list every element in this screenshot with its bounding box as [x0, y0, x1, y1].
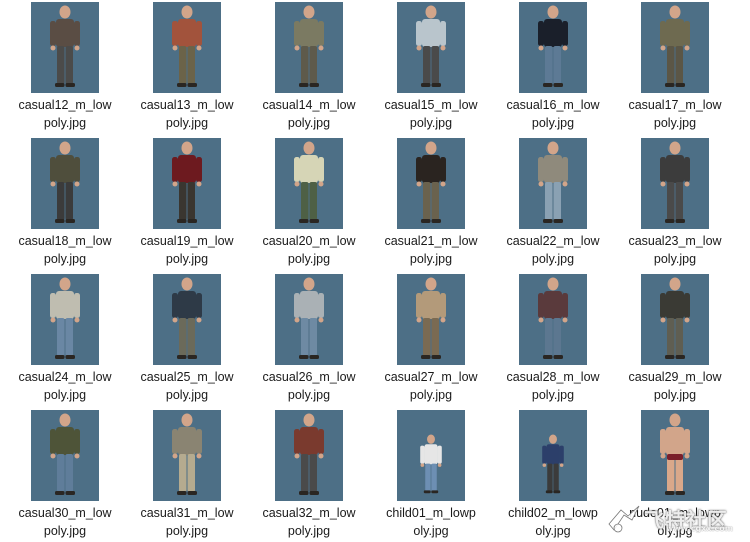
character-figure: [50, 5, 80, 87]
file-item[interactable]: casual16_m_low poly.jpg: [492, 0, 614, 136]
file-name[interactable]: casual25_m_low poly.jpg: [126, 368, 248, 404]
file-thumbnail[interactable]: [641, 274, 709, 365]
file-thumbnail[interactable]: [153, 138, 221, 229]
character-figure: [660, 277, 690, 359]
character-figure: [416, 277, 446, 359]
character-figure: [294, 141, 324, 223]
character-figure: [50, 413, 80, 495]
file-thumbnail[interactable]: [397, 2, 465, 93]
character-figure: [172, 5, 202, 87]
file-thumbnail[interactable]: [519, 2, 587, 93]
character-figure: [50, 141, 80, 223]
file-thumbnail[interactable]: [153, 2, 221, 93]
character-figure: [660, 413, 690, 495]
file-item[interactable]: casual15_m_low poly.jpg: [370, 0, 492, 136]
file-thumbnail[interactable]: [153, 274, 221, 365]
character-figure: [416, 5, 446, 87]
character-figure: [416, 141, 446, 223]
file-name[interactable]: casual23_m_low poly.jpg: [614, 232, 736, 268]
file-name[interactable]: casual18_m_low poly.jpg: [4, 232, 126, 268]
file-item[interactable]: casual30_m_low poly.jpg: [4, 408, 126, 542]
file-name[interactable]: casual17_m_low poly.jpg: [614, 96, 736, 132]
file-name[interactable]: casual21_m_low poly.jpg: [370, 232, 492, 268]
file-name[interactable]: casual19_m_low poly.jpg: [126, 232, 248, 268]
file-item[interactable]: casual20_m_low poly.jpg: [248, 136, 370, 272]
file-thumbnail[interactable]: [641, 2, 709, 93]
file-item[interactable]: casual19_m_low poly.jpg: [126, 136, 248, 272]
file-thumbnail[interactable]: [519, 138, 587, 229]
character-figure: [420, 434, 442, 494]
file-name[interactable]: casual12_m_low poly.jpg: [4, 96, 126, 132]
file-item[interactable]: casual28_m_low poly.jpg: [492, 272, 614, 408]
character-figure: [538, 277, 568, 359]
character-figure: [172, 413, 202, 495]
file-thumbnail[interactable]: [275, 410, 343, 501]
file-name[interactable]: casual27_m_low poly.jpg: [370, 368, 492, 404]
file-name[interactable]: casual22_m_low poly.jpg: [492, 232, 614, 268]
file-thumbnail[interactable]: [397, 410, 465, 501]
file-thumbnail[interactable]: [31, 274, 99, 365]
character-figure: [538, 5, 568, 87]
character-figure: [294, 413, 324, 495]
file-item[interactable]: casual24_m_low poly.jpg: [4, 272, 126, 408]
file-name[interactable]: casual26_m_low poly.jpg: [248, 368, 370, 404]
character-figure: [538, 141, 568, 223]
file-thumbnail[interactable]: [275, 274, 343, 365]
file-name[interactable]: casual28_m_low poly.jpg: [492, 368, 614, 404]
file-item[interactable]: casual18_m_low poly.jpg: [4, 136, 126, 272]
file-name[interactable]: child01_m_lowp oly.jpg: [370, 504, 492, 540]
file-thumbnail[interactable]: [519, 410, 587, 501]
file-name[interactable]: casual32_m_low poly.jpg: [248, 504, 370, 540]
file-item[interactable]: nude01_m_lowp oly.jpg: [614, 408, 736, 542]
file-grid: casual12_m_low poly.jpg casual13_m_low po…: [0, 0, 750, 542]
file-thumbnail[interactable]: [397, 138, 465, 229]
file-item[interactable]: casual21_m_low poly.jpg: [370, 136, 492, 272]
file-name[interactable]: casual24_m_low poly.jpg: [4, 368, 126, 404]
character-figure: [294, 277, 324, 359]
file-item[interactable]: child01_m_lowp oly.jpg: [370, 408, 492, 542]
file-name[interactable]: casual20_m_low poly.jpg: [248, 232, 370, 268]
file-item[interactable]: casual22_m_low poly.jpg: [492, 136, 614, 272]
file-item[interactable]: casual29_m_low poly.jpg: [614, 272, 736, 408]
file-item[interactable]: casual25_m_low poly.jpg: [126, 272, 248, 408]
file-item[interactable]: casual26_m_low poly.jpg: [248, 272, 370, 408]
file-item[interactable]: casual17_m_low poly.jpg: [614, 0, 736, 136]
file-thumbnail[interactable]: [31, 2, 99, 93]
file-name[interactable]: casual13_m_low poly.jpg: [126, 96, 248, 132]
file-name[interactable]: child02_m_lowp oly.jpg: [492, 504, 614, 540]
file-thumbnail[interactable]: [641, 138, 709, 229]
file-thumbnail[interactable]: [275, 138, 343, 229]
character-figure: [50, 277, 80, 359]
file-name[interactable]: nude01_m_lowp oly.jpg: [614, 504, 736, 540]
character-figure: [660, 5, 690, 87]
file-thumbnail[interactable]: [397, 274, 465, 365]
file-thumbnail[interactable]: [153, 410, 221, 501]
file-item[interactable]: child02_m_lowp oly.jpg: [492, 408, 614, 542]
file-item[interactable]: casual13_m_low poly.jpg: [126, 0, 248, 136]
file-item[interactable]: casual12_m_low poly.jpg: [4, 0, 126, 136]
file-name[interactable]: casual31_m_low poly.jpg: [126, 504, 248, 540]
file-name[interactable]: casual14_m_low poly.jpg: [248, 96, 370, 132]
file-name[interactable]: casual16_m_low poly.jpg: [492, 96, 614, 132]
file-thumbnail[interactable]: [641, 410, 709, 501]
character-figure: [294, 5, 324, 87]
character-figure: [542, 434, 564, 494]
file-thumbnail[interactable]: [31, 138, 99, 229]
file-item[interactable]: casual31_m_low poly.jpg: [126, 408, 248, 542]
character-figure: [660, 141, 690, 223]
file-thumbnail[interactable]: [519, 274, 587, 365]
character-figure: [172, 277, 202, 359]
file-item[interactable]: casual27_m_low poly.jpg: [370, 272, 492, 408]
file-item[interactable]: casual32_m_low poly.jpg: [248, 408, 370, 542]
file-name[interactable]: casual15_m_low poly.jpg: [370, 96, 492, 132]
character-figure: [172, 141, 202, 223]
file-thumbnail[interactable]: [31, 410, 99, 501]
file-name[interactable]: casual30_m_low poly.jpg: [4, 504, 126, 540]
file-item[interactable]: casual14_m_low poly.jpg: [248, 0, 370, 136]
file-thumbnail[interactable]: [275, 2, 343, 93]
file-item[interactable]: casual23_m_low poly.jpg: [614, 136, 736, 272]
file-name[interactable]: casual29_m_low poly.jpg: [614, 368, 736, 404]
